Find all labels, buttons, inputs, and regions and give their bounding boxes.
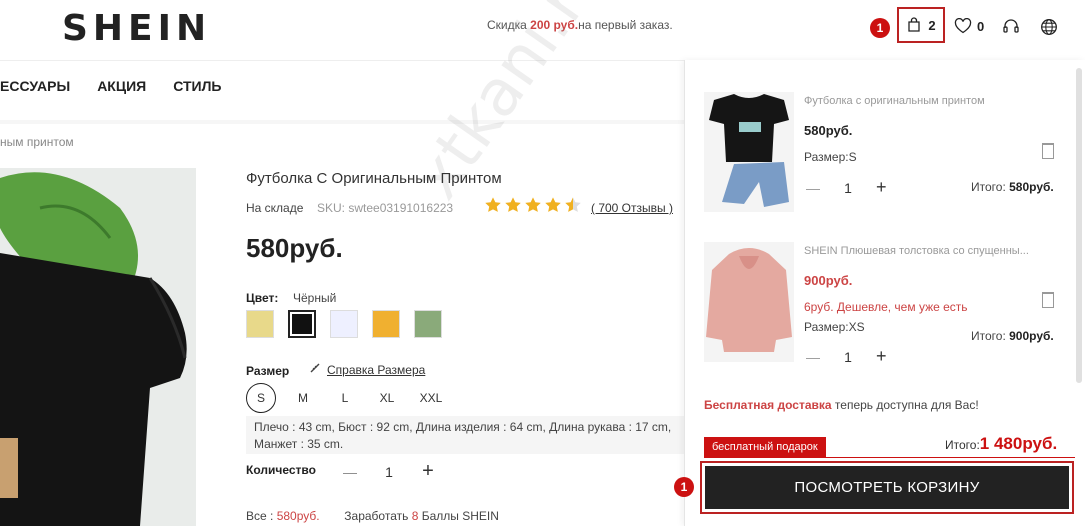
nav-item-sale[interactable]: АКЦИЯ — [97, 78, 146, 94]
cart-item-price: 580руб. — [804, 123, 853, 138]
cart-qty-increase-button[interactable]: + — [876, 346, 890, 367]
bag-icon — [906, 17, 922, 33]
ruler-icon — [309, 362, 321, 374]
color-value: Чёрный — [293, 291, 337, 305]
measurements-line-2: Манжет : 35 cm. — [254, 437, 344, 451]
quantity-value[interactable]: 1 — [360, 464, 418, 480]
star-icon — [545, 197, 561, 212]
cart-qty-decrease-button[interactable]: — — [806, 349, 820, 365]
cart-item-quantity-stepper: — 1 + — [806, 346, 890, 367]
quantity-decrease-button[interactable]: — — [340, 464, 360, 480]
quantity-increase-button[interactable]: + — [418, 460, 438, 483]
cart-qty-decrease-button[interactable]: — — [806, 180, 820, 196]
size-label: Размер — [246, 364, 290, 378]
star-icon — [525, 197, 541, 212]
heart-icon — [954, 18, 972, 34]
cart-item-total: Итого: 580руб. — [971, 180, 1054, 194]
swatch-fill — [292, 314, 312, 334]
cart-qty-increase-button[interactable]: + — [876, 177, 890, 198]
cart-item-quantity-stepper: — 1 + — [806, 177, 890, 198]
size-option-xxl[interactable]: XXL — [416, 383, 446, 413]
headset-icon[interactable] — [1002, 18, 1020, 36]
cart-item-name[interactable]: Футболка с оригинальным принтом — [804, 95, 985, 107]
wishlist-button[interactable]: 0 — [954, 18, 984, 34]
cart-item-price: 900руб. — [804, 273, 853, 288]
product-price: 580руб. — [246, 233, 343, 263]
cart-scrollbar[interactable] — [1076, 68, 1082, 383]
color-swatch-black[interactable] — [288, 310, 316, 338]
cart-grand-total: Итого:1 480руб. — [945, 434, 1058, 453]
quantity-label: Количество — [246, 463, 316, 477]
quantity-stepper: — 1 + — [340, 460, 438, 483]
nav-divider — [0, 120, 684, 124]
cart-count: 2 — [928, 17, 936, 33]
cart-button[interactable]: 2 — [897, 7, 945, 43]
size-option-m[interactable]: M — [288, 383, 318, 413]
product-title: Футболка С Оригинальным Принтом — [246, 170, 502, 187]
free-gift-badge[interactable]: бесплатный подарок — [704, 437, 826, 457]
stock-status: На складе — [246, 201, 304, 215]
measurements-line-1: Плечо : 43 cm, Бюст : 92 cm, Длина издел… — [254, 420, 672, 434]
step-marker: 1 — [674, 477, 694, 497]
reviews-link[interactable]: ( 700 Отзывы ) — [591, 201, 673, 215]
free-shipping-notice: Бесплатная доставка теперь доступна для … — [704, 398, 979, 412]
view-cart-button-frame: ПОСМОТРЕТЬ КОРЗИНУ — [700, 461, 1074, 514]
header-divider — [0, 60, 684, 61]
shein-logo[interactable]: SHEIN — [62, 8, 211, 49]
size-option-s[interactable]: S — [246, 383, 276, 413]
cart-item-image[interactable] — [704, 242, 794, 362]
cart-item-discount: 6руб. Дешевле, чем уже есть — [804, 300, 968, 314]
trash-icon[interactable] — [1042, 143, 1054, 159]
cart-qty-value[interactable]: 1 — [820, 349, 876, 365]
step-marker: 1 — [870, 18, 890, 38]
color-swatch-yellow[interactable] — [246, 310, 274, 338]
size-option-l[interactable]: L — [330, 383, 360, 413]
color-label: Цвет: — [246, 291, 279, 305]
rating-stars[interactable] — [484, 196, 582, 214]
color-swatch-orange[interactable] — [372, 310, 400, 338]
globe-icon[interactable] — [1040, 18, 1058, 36]
cart-qty-value[interactable]: 1 — [820, 180, 876, 196]
cart-item-total: Итого: 900руб. — [971, 329, 1054, 343]
product-sku: SKU: swtee03191016223 — [317, 201, 454, 215]
cart-item-size: Размер:S — [804, 150, 857, 164]
cart-item-name[interactable]: SHEIN Плюшевая толстовка со спущенны... — [804, 245, 1029, 257]
size-option-xl[interactable]: XL — [372, 383, 402, 413]
view-cart-button[interactable]: ПОСМОТРЕТЬ КОРЗИНУ — [705, 466, 1069, 509]
cart-item-size: Размер:XS — [804, 320, 865, 334]
nav-item-accessories[interactable]: ЕССУАРЫ — [0, 78, 70, 94]
breadcrumb[interactable]: ным принтом — [0, 135, 74, 149]
size-guide-link[interactable]: Справка Размера — [327, 363, 425, 377]
size-measurements: Плечо : 43 cm, Бюст : 92 cm, Длина издел… — [246, 416, 684, 454]
color-swatch-green[interactable] — [414, 310, 442, 338]
points-summary: Все : 580руб. Заработать 8 Баллы SHEIN — [246, 509, 499, 523]
trash-icon[interactable] — [1042, 292, 1054, 308]
color-swatch-white[interactable] — [330, 310, 358, 338]
product-image[interactable] — [0, 168, 196, 526]
main-nav: ЕССУАРЫ АКЦИЯ СТИЛЬ — [0, 78, 221, 94]
gift-underline — [704, 457, 1075, 458]
star-icon — [505, 197, 521, 212]
cart-item-image[interactable] — [704, 92, 794, 212]
nav-item-style[interactable]: СТИЛЬ — [173, 78, 221, 94]
half-star-icon — [565, 197, 581, 212]
star-icon — [485, 197, 501, 212]
wishlist-count: 0 — [977, 18, 985, 34]
